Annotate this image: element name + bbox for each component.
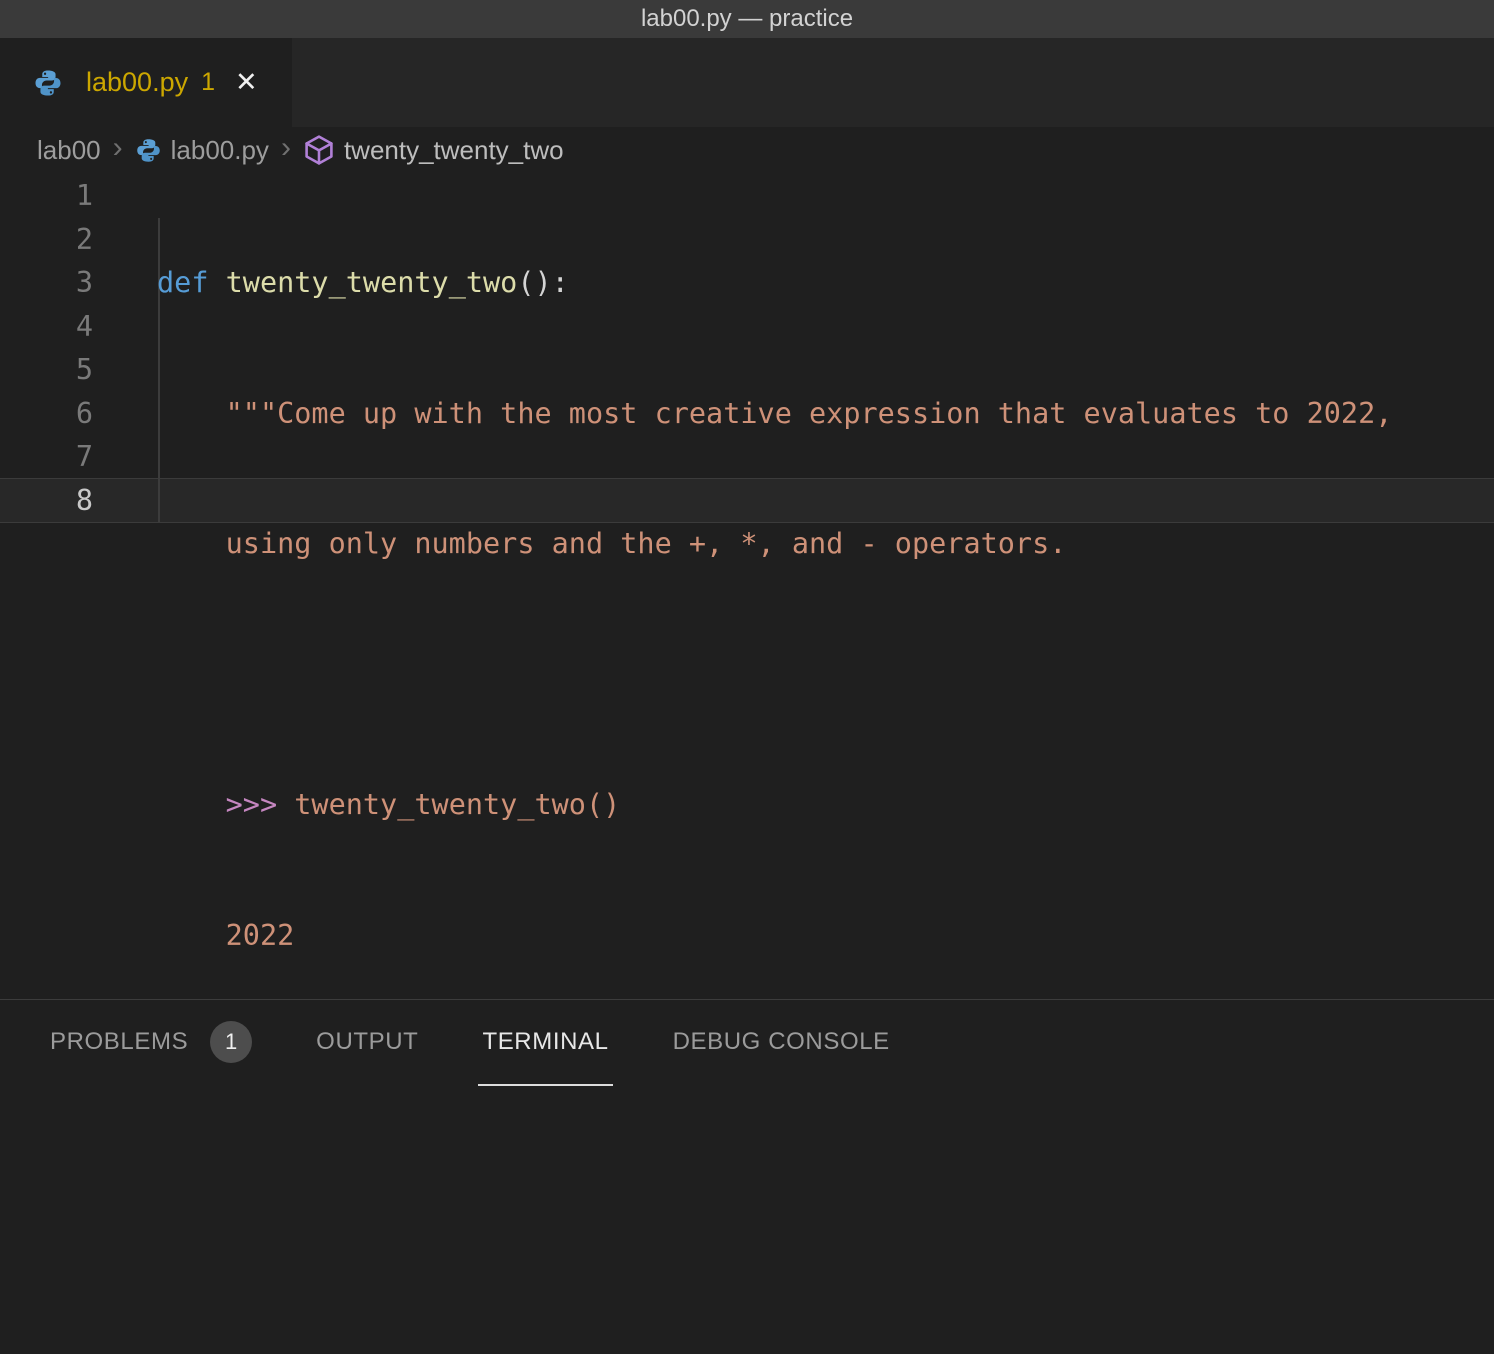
terminal-label: TERMINAL — [482, 1028, 608, 1056]
breadcrumb: lab00 › lab00.py › twenty_twenty_two — [0, 127, 1494, 173]
code-line-2[interactable]: """Come up with the most creative expres… — [157, 392, 1494, 436]
token-function-name: twenty_twenty_two — [226, 266, 518, 299]
problems-label: PROBLEMS — [50, 1028, 188, 1056]
debug-console-label: DEBUG CONSOLE — [673, 1028, 890, 1056]
tab-problems[interactable]: PROBLEMS 1 — [46, 1000, 256, 1086]
line-number: 3 — [0, 261, 93, 305]
window-title: lab00.py — practice — [641, 5, 853, 33]
token-punctuation: (): — [517, 266, 568, 299]
editor-tab-bar: lab00.py 1 ✕ — [0, 38, 1494, 127]
bottom-panel: PROBLEMS 1 OUTPUT TERMINAL DEBUG CONSOLE… — [0, 999, 1494, 1354]
problems-count-badge: 1 — [210, 1021, 252, 1063]
code-line-6[interactable]: 2022 — [157, 914, 1494, 958]
tab-output[interactable]: OUTPUT — [312, 1000, 422, 1086]
code-line-3[interactable]: using only numbers and the +, *, and - o… — [157, 522, 1494, 566]
breadcrumb-item-lab00-py[interactable]: lab00.py — [171, 135, 269, 166]
token-doctest-prompt: >>> — [226, 788, 295, 821]
chevron-right-icon: › — [113, 133, 123, 167]
line-number: 4 — [0, 305, 93, 349]
tab-debug-console[interactable]: DEBUG CONSOLE — [669, 1000, 894, 1086]
panel-tab-bar: PROBLEMS 1 OUTPUT TERMINAL DEBUG CONSOLE — [0, 1000, 1494, 1086]
token-doctest-call: twenty_twenty_two() — [294, 788, 620, 821]
tab-filename: lab00.py — [86, 67, 188, 98]
tab-warning-count: 1 — [201, 68, 215, 97]
breadcrumb-item-lab00[interactable]: lab00 — [37, 135, 101, 166]
code-line-4[interactable] — [157, 653, 1494, 697]
code-line-5[interactable]: >>> twenty_twenty_two() — [157, 783, 1494, 827]
token-docstring: """Come up with the most creative expres… — [226, 397, 1393, 430]
symbol-module-cube-icon — [303, 134, 335, 166]
python-file-icon — [33, 68, 63, 98]
token-docstring: using only numbers and the +, *, and - o… — [226, 527, 1067, 560]
code-editor[interactable]: 1 2 3 4 5 6 7 8 def twenty_twenty_two():… — [0, 173, 1494, 999]
line-number: 6 — [0, 392, 93, 436]
output-label: OUTPUT — [316, 1028, 418, 1056]
line-number: 7 — [0, 435, 93, 479]
line-number-active: 8 — [0, 479, 93, 523]
tab-lab00-py[interactable]: lab00.py 1 ✕ — [0, 38, 292, 127]
line-number: 5 — [0, 348, 93, 392]
token-doctest-output: 2022 — [226, 919, 295, 952]
code-line-1[interactable]: def twenty_twenty_two(): — [157, 261, 1494, 305]
line-number: 1 — [0, 174, 93, 218]
tab-terminal[interactable]: TERMINAL — [478, 1000, 612, 1086]
vscode-window: lab00.py — practice lab00.py 1 ✕ lab00 ›… — [0, 0, 1494, 1354]
title-bar: lab00.py — practice — [0, 0, 1494, 38]
python-file-icon — [135, 137, 162, 164]
line-number: 2 — [0, 218, 93, 262]
close-icon[interactable]: ✕ — [235, 69, 258, 96]
chevron-right-icon: › — [281, 133, 291, 167]
token-def-keyword: def — [157, 266, 226, 299]
breadcrumb-item-symbol[interactable]: twenty_twenty_two — [344, 135, 564, 166]
line-number-gutter[interactable]: 1 2 3 4 5 6 7 8 — [0, 174, 93, 522]
